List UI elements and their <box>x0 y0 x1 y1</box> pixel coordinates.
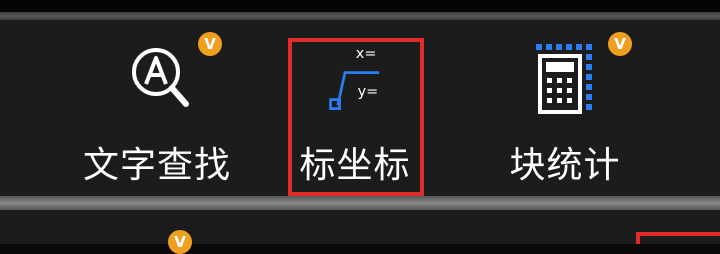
vip-badge: V <box>168 230 192 254</box>
top-strip <box>0 0 720 12</box>
highlight-box-partial <box>636 232 720 244</box>
vip-badge: V <box>198 32 222 56</box>
top-divider <box>0 12 720 20</box>
bottom-divider <box>0 196 720 210</box>
highlight-box <box>288 38 424 196</box>
bottom-toolbar <box>0 210 720 244</box>
text-search-icon <box>132 48 189 107</box>
block-count-label: 块统计 <box>509 145 621 186</box>
text-search-label: 文字查找 <box>82 145 231 186</box>
vip-badge: V <box>608 32 632 56</box>
block-count-icon <box>536 44 592 114</box>
